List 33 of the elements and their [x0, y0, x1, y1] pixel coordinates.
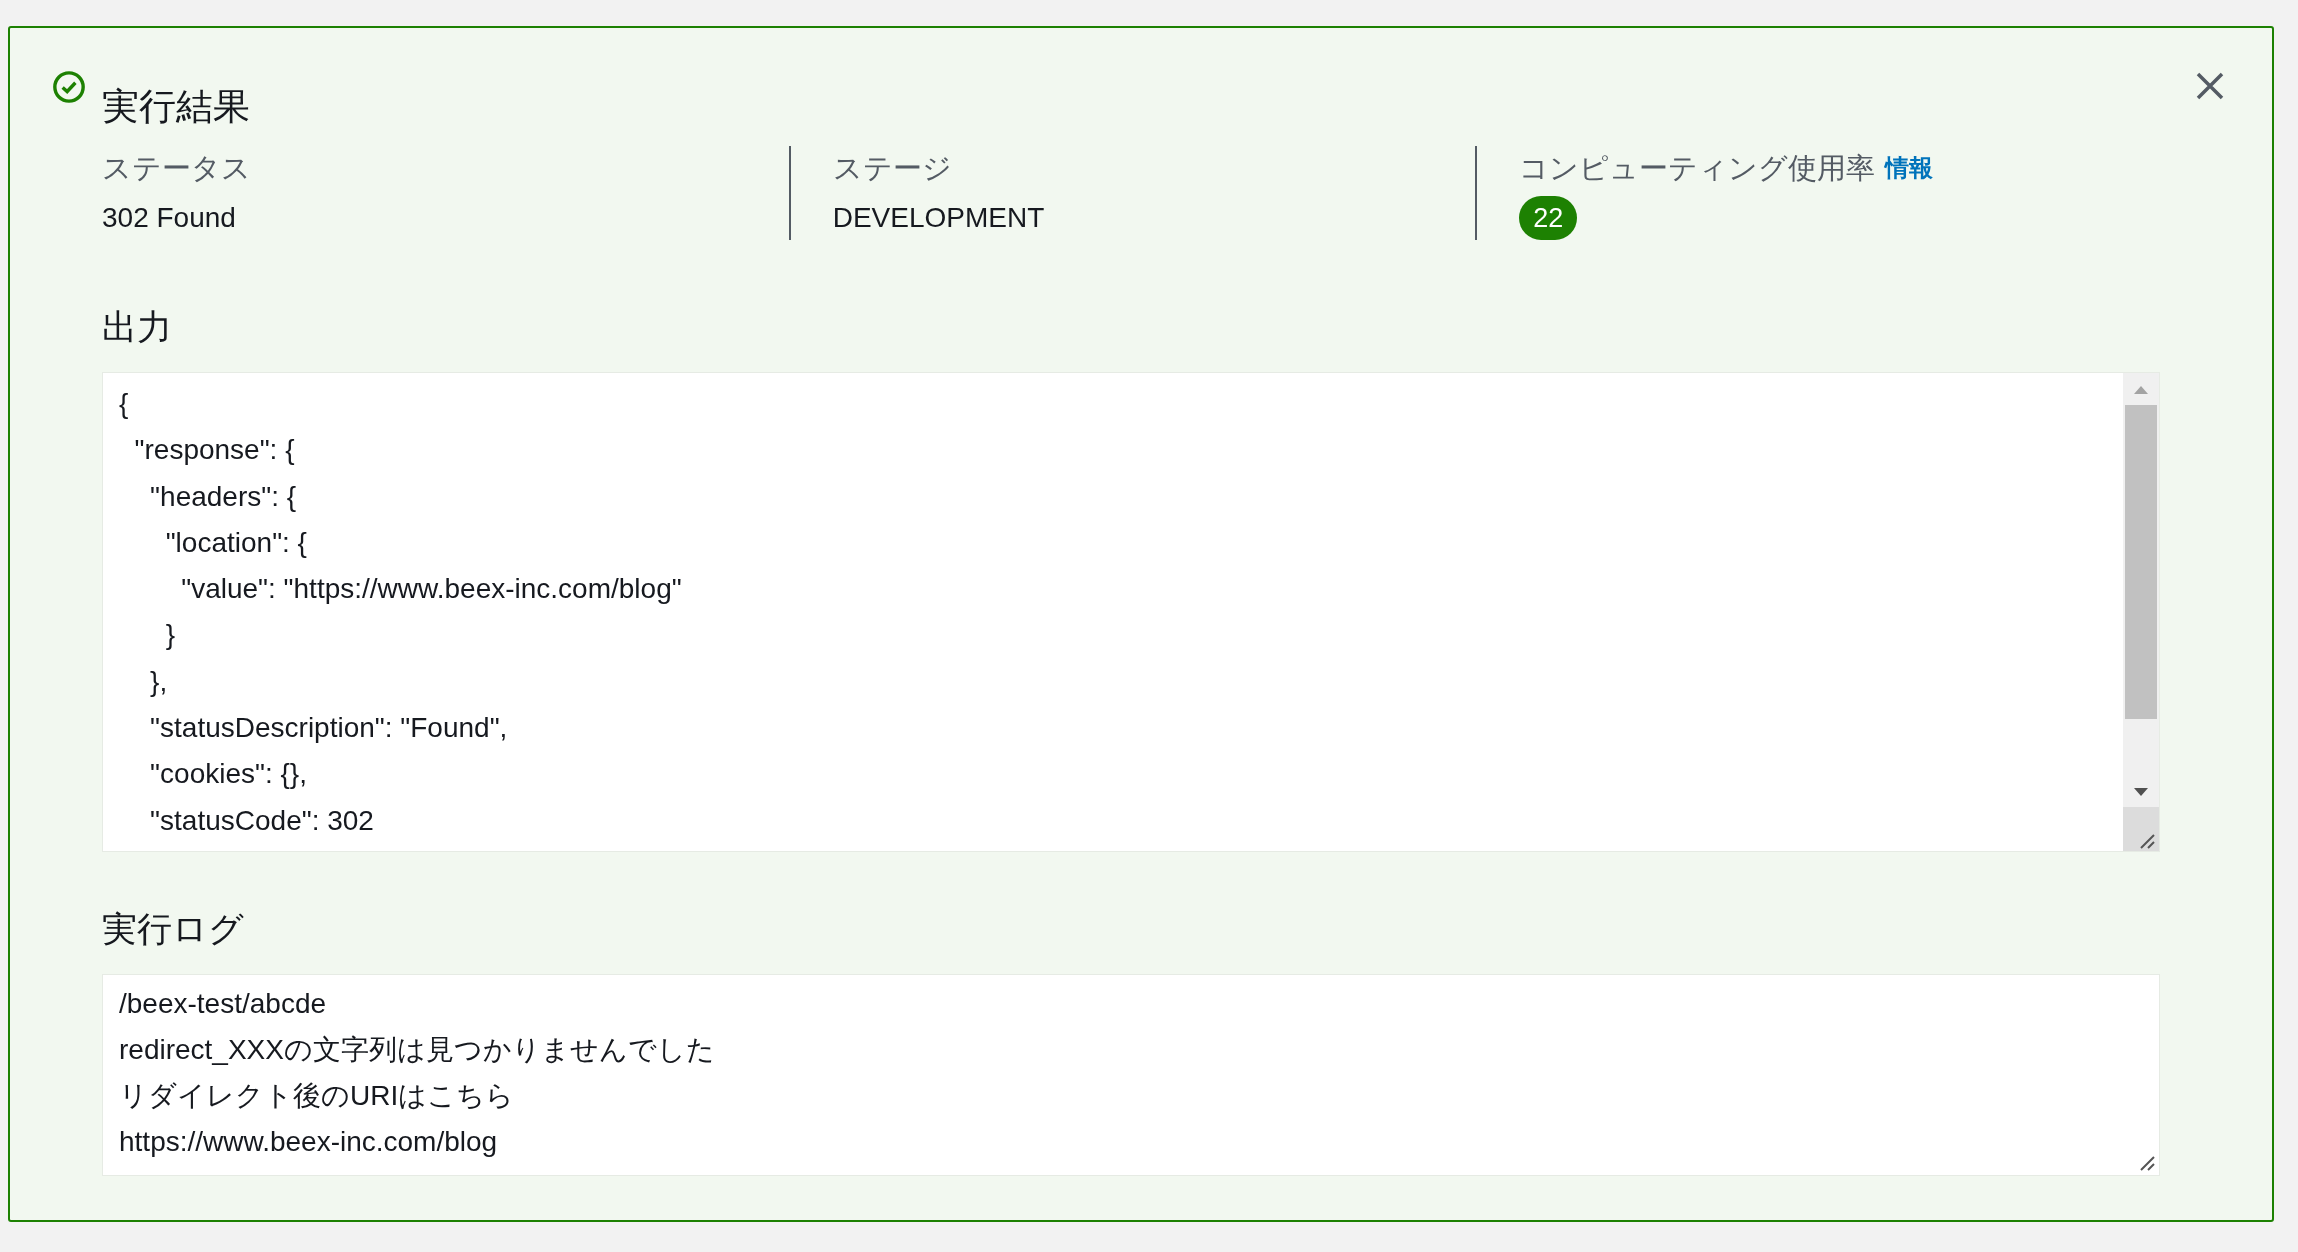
summary-label: ステータス — [102, 151, 251, 186]
code-line: "value": "https://www.beex-inc.com/blog" — [180, 572, 682, 607]
summary-label: ステージ — [832, 151, 952, 186]
check-circle-icon — [52, 70, 86, 104]
log-line: redirect_XXXの文字列は見つかりませんでした — [119, 1033, 715, 1067]
section-heading: 出力 — [102, 306, 173, 348]
summary-label: コンピューティング使用率 — [1519, 151, 1876, 186]
scrollbar-thumb[interactable] — [2125, 405, 2157, 719]
log-textarea[interactable]: /beex-test/abcde redirect_XXXの文字列は見つかりませんでした リダイレクト後のURIはこちら https://www.beex-inc.com/blog — [102, 974, 2160, 1176]
info-link[interactable]: 情報 — [1885, 150, 1934, 186]
summary-value: 302 Found — [102, 201, 237, 235]
scroll-down-arrow-icon[interactable] — [2134, 787, 2148, 797]
code-line: } — [164, 618, 176, 653]
code-line: "cookies": {}, — [149, 757, 307, 792]
code-line: "location": { — [164, 525, 307, 560]
code-line: "statusDescription": "Found", — [149, 711, 508, 746]
log-line: /beex-test/abcde — [119, 987, 327, 1021]
code-line: "headers": { — [149, 479, 297, 514]
log-line: リダイレクト後のURIはこちら — [119, 1079, 515, 1113]
count-badge: 22 — [1519, 196, 1578, 240]
summary-value: DEVELOPMENT — [832, 201, 1046, 235]
panel-title: 実行結果 — [102, 85, 251, 129]
code-line: }, — [149, 664, 168, 699]
resize-grip-icon[interactable] — [2139, 1155, 2155, 1171]
code-line: "response": { — [133, 433, 295, 468]
code-line: { — [119, 387, 129, 421]
code-line: "statusCode": 302 — [149, 803, 374, 838]
log-line: https://www.beex-inc.com/blog — [119, 1125, 498, 1159]
resize-grip-icon[interactable] — [2139, 833, 2155, 849]
output-textarea[interactable]: { "response": { "headers": { "location": { "value": "https://www.beex-inc.com/blog" } }, "statusDescription": "Found", "cookies": {}, "statusCode": 302 — [102, 372, 2160, 852]
scrollbar[interactable] — [2123, 373, 2159, 851]
section-heading: 実行ログ — [102, 908, 245, 950]
close-icon — [2195, 71, 2225, 101]
